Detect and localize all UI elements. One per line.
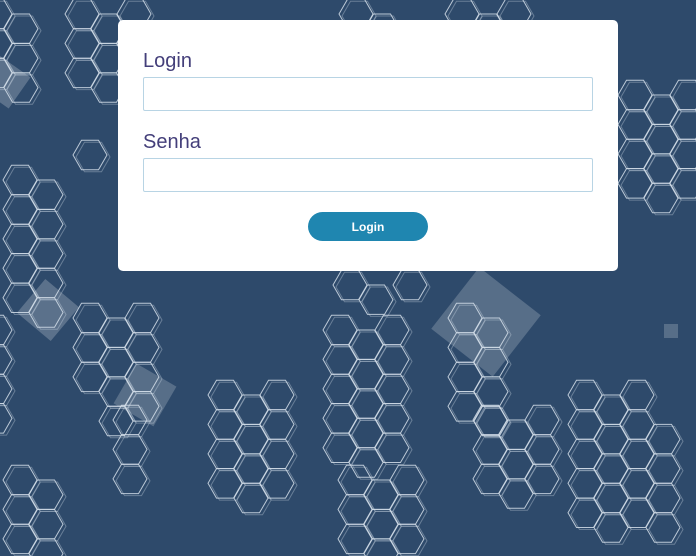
login-button[interactable]: Login	[308, 212, 428, 241]
decorative-square	[664, 324, 678, 338]
username-input[interactable]	[143, 77, 593, 111]
hexagon-shape	[112, 434, 148, 465]
decorative-square	[17, 279, 79, 341]
hexagon-shape	[392, 269, 428, 301]
hexagon-shape	[115, 436, 151, 467]
hexagon-shape	[72, 139, 108, 171]
login-card: Login Senha Login	[118, 20, 618, 271]
hexagon-shape	[115, 465, 151, 497]
password-label: Senha	[143, 131, 201, 153]
hexagon-shape	[112, 463, 148, 495]
hexagon-shape	[75, 141, 111, 173]
username-label: Login	[143, 50, 192, 72]
hexagon-shape	[31, 540, 67, 556]
decorative-square	[0, 55, 31, 109]
decorative-square	[431, 267, 541, 377]
password-input[interactable]	[143, 158, 593, 192]
hexagon-shape	[395, 271, 431, 303]
